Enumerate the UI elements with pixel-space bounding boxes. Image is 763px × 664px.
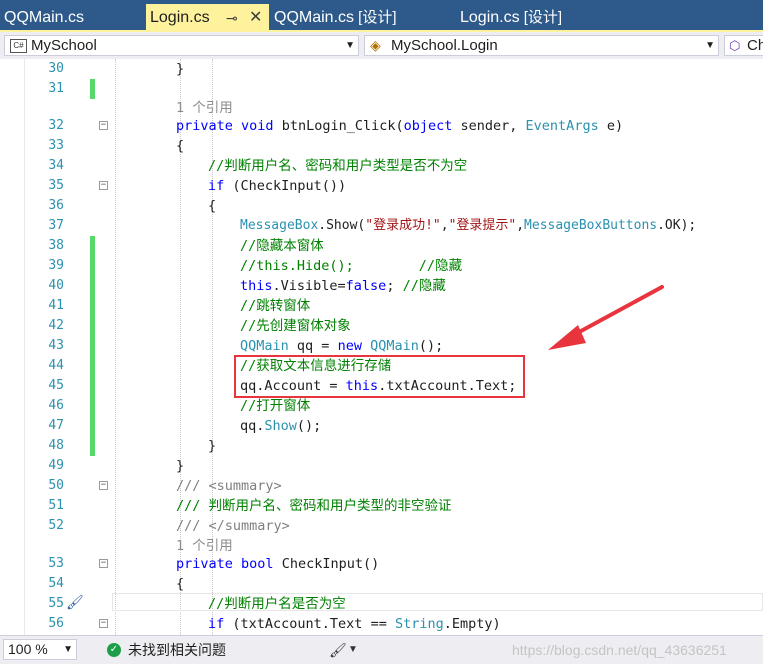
code-editor[interactable]: 30 } 31 1 个引用 32 − private void btnLogin… (0, 59, 763, 635)
project-dropdown[interactable]: C# MySchool ▼ (4, 35, 359, 56)
tab-qqmain-design[interactable]: QQMain.cs [设计] (270, 4, 456, 32)
watermark-text: https://blog.csdn.net/qq_43636251 (512, 642, 727, 658)
chevron-down-icon: ▼ (705, 40, 715, 51)
tab-qqmain-cs[interactable]: QQMain.cs (0, 4, 146, 32)
class-name: MySchool.Login (391, 37, 498, 54)
annotation-arrow (548, 285, 664, 350)
tab-login-design[interactable]: Login.cs [设计] (456, 4, 626, 32)
document-tab-strip: QQMain.cs Login.cs ⊸ ✕ QQMain.cs [设计] Lo… (0, 0, 763, 32)
tab-login-cs[interactable]: Login.cs ⊸ ✕ (146, 4, 269, 32)
tab-label-name: Login.cs (460, 9, 520, 26)
tab-label: Login.cs (150, 9, 210, 26)
project-name: MySchool (31, 37, 97, 54)
csharp-project-icon: C# (10, 39, 27, 53)
zoom-level: 100 % (8, 641, 48, 657)
zoom-dropdown[interactable]: 100 % ▼ (3, 639, 77, 660)
tab-label: QQMain.cs [设计] (274, 4, 397, 32)
check-circle-icon[interactable]: ✓ (107, 643, 121, 657)
pin-icon[interactable]: ⊸ (226, 4, 238, 32)
tab-label-name: QQMain.cs (274, 9, 355, 26)
close-icon[interactable]: ✕ (249, 4, 262, 32)
member-dropdown[interactable]: ⬡ Ch (724, 35, 763, 56)
chevron-down-icon: ▼ (63, 644, 73, 655)
member-name: Ch (747, 37, 763, 54)
code-cleanup-icon[interactable]: 🖌 (329, 640, 347, 660)
chevron-down-icon[interactable]: ▼ (348, 640, 358, 660)
tab-label-suffix: [设计] (354, 9, 397, 26)
member-icon: ⬡ (729, 38, 741, 53)
tab-label: QQMain.cs (4, 9, 85, 26)
chevron-down-icon: ▼ (345, 40, 355, 51)
class-icon: ◈ (370, 37, 381, 53)
navigation-bar: C# MySchool ▼ ◈ MySchool.Login ▼ ⬡ Ch (0, 32, 763, 60)
status-bar: 100 % ▼ ✓ 未找到相关问题 🖌 ▼ https://blog.csdn.… (0, 635, 763, 664)
tab-label: Login.cs [设计] (460, 4, 562, 32)
tab-label-suffix: [设计] (519, 9, 563, 26)
issues-status[interactable]: 未找到相关问题 (128, 640, 226, 660)
class-dropdown[interactable]: ◈ MySchool.Login ▼ (364, 35, 719, 56)
